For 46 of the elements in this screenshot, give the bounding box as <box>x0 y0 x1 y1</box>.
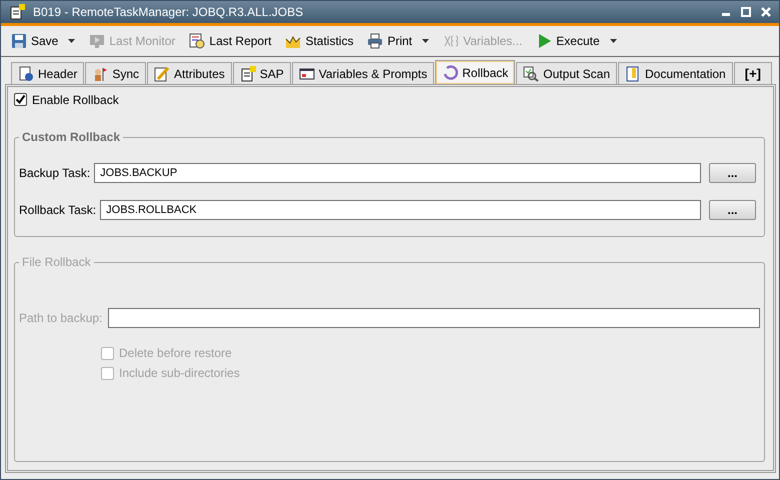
notebook-icon <box>625 66 642 82</box>
pencil-form-icon <box>154 66 170 82</box>
field-label: Path to backup: <box>19 311 102 325</box>
toolbar-button[interactable]: Save <box>9 29 78 53</box>
variables-icon <box>443 33 460 49</box>
play-icon <box>536 33 552 49</box>
browse-button[interactable]: ... <box>709 200 756 220</box>
tab[interactable]: Variables & Prompts <box>292 62 434 84</box>
maximize-icon[interactable] <box>741 7 751 17</box>
toolbar-button[interactable]: Print <box>365 29 432 53</box>
window-title: B019 - RemoteTaskManager: JOBQ.R3.ALL.JOBS <box>33 5 304 19</box>
checkbox-label: Enable Rollback <box>32 92 119 106</box>
tab[interactable]: Attributes <box>147 62 232 84</box>
close-icon[interactable] <box>761 7 771 17</box>
caret-icon <box>422 39 430 43</box>
document-plus-icon <box>240 66 256 82</box>
checkbox-label: Delete before restore <box>119 346 232 360</box>
person-flag-icon <box>92 66 108 82</box>
tab[interactable]: Header <box>11 62 84 84</box>
caret-icon <box>610 39 617 43</box>
toolbar-button[interactable]: Statistics <box>283 29 356 53</box>
group-title: File Rollback <box>21 255 92 269</box>
field-label: Backup Task: <box>19 166 90 180</box>
input-field[interactable]: JOBS.ROLLBACK <box>100 200 701 220</box>
caret-icon <box>68 39 76 43</box>
tab[interactable]: Sync <box>85 62 146 84</box>
report-clock-icon <box>189 33 206 49</box>
tab[interactable]: [+] <box>734 62 772 84</box>
monitor-icon <box>89 33 106 49</box>
browse-button[interactable]: ... <box>709 163 756 183</box>
toolbar-button[interactable]: Execute <box>534 29 619 53</box>
tab[interactable]: Output Scan <box>516 62 618 84</box>
window-variable-icon <box>298 66 315 82</box>
input-field[interactable]: JOBS.BACKUP <box>94 163 701 183</box>
toolbar-button[interactable]: Last Report <box>187 29 274 53</box>
field-label: Rollback Task: <box>19 203 96 217</box>
tab[interactable]: SAP <box>232 62 291 84</box>
tab[interactable]: Documentation <box>618 62 733 84</box>
checkbox[interactable] <box>14 93 27 106</box>
document-info-icon <box>18 66 34 82</box>
tab[interactable]: Rollback <box>435 60 516 84</box>
checkbox-label: Include sub-directories <box>119 366 240 380</box>
document-plus-icon <box>9 4 25 20</box>
printer-icon <box>367 33 384 49</box>
group-title: Custom Rollback <box>21 130 122 144</box>
magnifier-check-icon <box>523 66 540 82</box>
